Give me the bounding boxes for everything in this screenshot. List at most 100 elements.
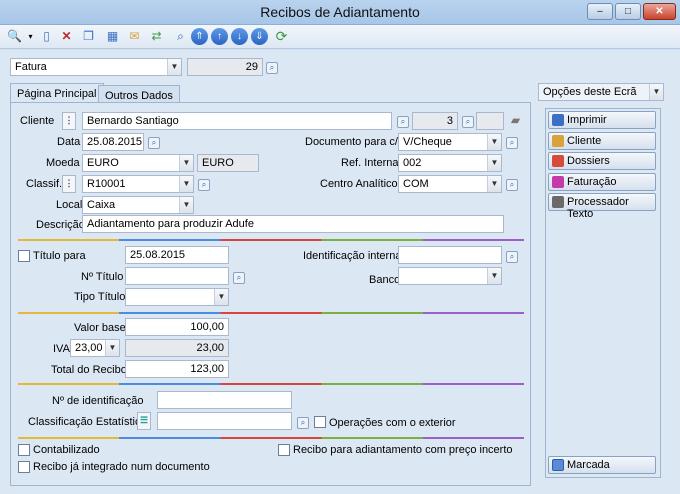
- chevron-down-icon[interactable]: ▼: [167, 59, 181, 75]
- copy-icon[interactable]: ❐: [80, 28, 97, 45]
- contabilizado-checkbox[interactable]: [18, 444, 30, 456]
- search-icon[interactable]: ⌕: [462, 116, 474, 128]
- iva-rate-value: 23,00: [75, 342, 103, 354]
- total-field[interactable]: 123,00: [125, 360, 229, 378]
- last-record-icon[interactable]: ⇓: [251, 28, 268, 45]
- search-icon[interactable]: ⌕: [506, 179, 518, 191]
- side-button-4[interactable]: Faturação: [548, 172, 656, 191]
- list-icon[interactable]: ⋮: [62, 112, 76, 130]
- side-button-3[interactable]: Dossiers: [548, 152, 656, 170]
- titulo-para-checkbox[interactable]: [18, 250, 30, 262]
- doc-cc-label: Documento para c/c: [305, 136, 404, 148]
- doc-type-select[interactable]: Fatura ▼: [10, 58, 182, 76]
- doc-cc-value: V/Cheque: [403, 136, 452, 148]
- screen-options-label: Opções deste Ecrã: [543, 86, 637, 98]
- car-icon[interactable]: ▰: [507, 112, 524, 129]
- iva-label: IVA: [53, 343, 70, 355]
- doc-number-field[interactable]: 29: [187, 58, 263, 76]
- titulo-para-label: Título para: [33, 250, 86, 262]
- screen-options-select[interactable]: Opções deste Ecrã ▼: [538, 83, 664, 101]
- num-ident-field[interactable]: [157, 391, 292, 409]
- chevron-down-icon[interactable]: ▼: [214, 289, 228, 305]
- valor-base-field[interactable]: 100,00: [125, 318, 229, 336]
- side-button-5[interactable]: Processador Texto: [548, 193, 656, 220]
- search-icon[interactable]: ⌕: [233, 272, 245, 284]
- num-titulo-field[interactable]: [125, 267, 229, 285]
- chevron-down-icon[interactable]: ▼: [179, 155, 193, 171]
- chevron-down-icon[interactable]: ▼: [179, 197, 193, 213]
- previous-record-icon[interactable]: ↑: [211, 28, 228, 45]
- zoom-icon[interactable]: 🔍: [6, 28, 23, 45]
- list-icon[interactable]: ⋮: [62, 175, 76, 193]
- chevron-down-icon[interactable]: ▾: [22, 28, 39, 45]
- user-icon: [552, 134, 564, 147]
- centro-label: Centro Analítico: [320, 178, 398, 190]
- integrado-checkbox[interactable]: [18, 461, 30, 473]
- chevron-down-icon[interactable]: ▼: [487, 155, 501, 171]
- chevron-down-icon[interactable]: ▼: [487, 268, 501, 284]
- ident-interna-field[interactable]: [398, 246, 502, 264]
- valor-base-label: Valor base: [74, 322, 126, 334]
- search-icon[interactable]: ⌕: [506, 137, 518, 149]
- email-icon[interactable]: ✉: [126, 28, 143, 45]
- refresh-arrows-icon[interactable]: ⇄: [148, 28, 165, 45]
- calendar-icon[interactable]: ⌕: [148, 137, 160, 149]
- cliente-extra-field[interactable]: [476, 112, 504, 130]
- search-icon[interactable]: ⌕: [506, 251, 518, 263]
- chevron-down-icon[interactable]: ▼: [487, 134, 501, 150]
- cliente-number-field[interactable]: 3: [412, 112, 458, 130]
- chevron-down-icon[interactable]: ▼: [105, 340, 119, 356]
- iva-rate-select[interactable]: 23,00 ▼: [70, 339, 120, 357]
- search-icon[interactable]: ⌕: [266, 62, 278, 74]
- doc-cc-select[interactable]: V/Cheque ▼: [398, 133, 502, 151]
- ref-interna-select[interactable]: 002 ▼: [398, 154, 502, 172]
- tipo-titulo-select[interactable]: ▼: [125, 288, 229, 306]
- chevron-down-icon[interactable]: ▼: [179, 176, 193, 192]
- preview-icon[interactable]: ⌕: [172, 28, 189, 45]
- side-button-label: Cliente: [567, 134, 602, 147]
- classif-value: R10001: [87, 178, 126, 190]
- total-label: Total do Recibo: [51, 364, 127, 376]
- section-divider: [18, 312, 524, 314]
- search-icon[interactable]: ⌕: [297, 417, 309, 429]
- first-record-icon[interactable]: ⇑: [191, 28, 208, 45]
- titulo-para-field[interactable]: 25.08.2015: [125, 246, 229, 264]
- moeda-label: Moeda: [46, 157, 80, 169]
- local-label: Local: [56, 199, 83, 211]
- chevron-down-icon[interactable]: ▼: [487, 176, 501, 192]
- preco-incerto-label: Recibo para adiantamento com preço incer…: [293, 444, 513, 456]
- side-button-1[interactable]: Imprimir: [548, 111, 656, 129]
- centro-select[interactable]: COM ▼: [398, 175, 502, 193]
- banco-select[interactable]: ▼: [398, 267, 502, 285]
- maximize-button[interactable]: □: [615, 3, 641, 20]
- centro-value: COM: [403, 178, 429, 190]
- moeda-select[interactable]: EURO ▼: [82, 154, 194, 172]
- preco-incerto-checkbox[interactable]: [278, 444, 290, 456]
- class-estatistica-field[interactable]: [157, 412, 292, 430]
- list-icon[interactable]: ☰: [137, 412, 151, 430]
- classif-select[interactable]: R10001 ▼: [82, 175, 194, 193]
- search-icon[interactable]: ⌕: [198, 179, 210, 191]
- delete-icon[interactable]: ✕: [58, 28, 75, 45]
- bookmark-icon: [552, 459, 564, 471]
- ref-interna-label: Ref. Interna: [341, 157, 399, 169]
- grid-icon[interactable]: ▦: [104, 28, 121, 45]
- reload-icon[interactable]: ⟳: [273, 28, 290, 45]
- tipo-titulo-label: Tipo Título: [74, 291, 126, 303]
- new-document-icon[interactable]: ▯: [38, 28, 55, 45]
- search-icon[interactable]: ⌕: [397, 116, 409, 128]
- op-exterior-checkbox[interactable]: [314, 416, 326, 428]
- cliente-field[interactable]: Bernardo Santiago: [82, 112, 392, 130]
- minimize-button[interactable]: –: [587, 3, 613, 20]
- descricao-field[interactable]: Adiantamento para produzir Adufe: [82, 215, 504, 233]
- chevron-down-icon[interactable]: ▼: [649, 84, 663, 100]
- side-button-2[interactable]: Cliente: [548, 131, 656, 150]
- close-button[interactable]: ✕: [643, 3, 676, 20]
- next-record-icon[interactable]: ↓: [231, 28, 248, 45]
- local-select[interactable]: Caixa ▼: [82, 196, 194, 214]
- data-label: Data: [57, 136, 81, 148]
- marcada-button[interactable]: Marcada: [548, 456, 656, 474]
- doc-type-value: Fatura: [15, 61, 47, 73]
- ident-interna-label: Identificação interna: [303, 250, 402, 262]
- data-field[interactable]: 25.08.2015: [82, 133, 144, 151]
